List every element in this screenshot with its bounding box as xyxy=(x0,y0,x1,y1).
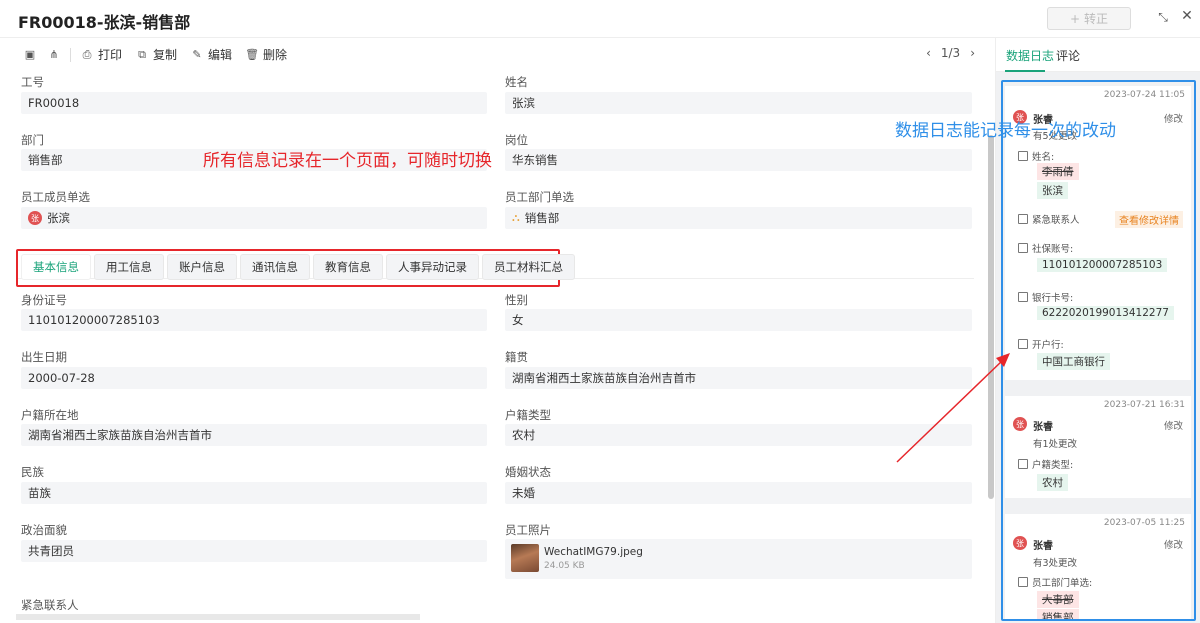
photo-attachment[interactable]: WechatIMG79.jpeg 24.05 KB xyxy=(505,539,972,579)
avatar: 张 xyxy=(28,211,42,225)
emergency-table-header xyxy=(16,614,420,620)
birth-label: 出生日期 xyxy=(21,350,67,364)
pager-text: 1/3 xyxy=(940,46,961,60)
page-title: FR00018-张滨-销售部 xyxy=(18,13,191,32)
political-value: 共青团员 xyxy=(21,540,487,562)
ethnic-value: 苗族 xyxy=(21,482,487,504)
household-type-label: 户籍类型 xyxy=(505,408,551,422)
log-highlight-box xyxy=(1001,80,1196,621)
collapse-icon[interactable]: ⤡ xyxy=(1156,10,1170,24)
native-label: 籍贯 xyxy=(505,350,528,364)
toolbar-divider xyxy=(70,47,71,62)
birth-value: 2000-07-28 xyxy=(21,367,487,389)
tab-education-info[interactable]: 教育信息 xyxy=(313,254,383,280)
active-tab-indicator xyxy=(1005,70,1045,72)
member-label: 员工成员单选 xyxy=(21,190,90,204)
tab-data-log[interactable]: 数据日志 xyxy=(1006,47,1054,64)
copy-button[interactable]: ⧉ 复制 xyxy=(134,46,177,63)
print-button[interactable]: ⎙ 打印 xyxy=(79,46,122,63)
tab-materials-summary[interactable]: 员工材料汇总 xyxy=(482,254,575,280)
pencil-icon: ✎ xyxy=(192,48,202,61)
gender-value: 女 xyxy=(505,309,972,331)
print-label: 打印 xyxy=(98,48,123,62)
tab-personnel-changes[interactable]: 人事异动记录 xyxy=(386,254,479,280)
employee-no-label: 工号 xyxy=(21,75,44,89)
id-label: 身份证号 xyxy=(21,293,67,307)
household-value: 湖南省湘西土家族苗族自治州吉首市 xyxy=(21,424,487,446)
marital-value: 未婚 xyxy=(505,482,972,504)
photo-filesize: 24.05 KB xyxy=(544,561,585,571)
copy-label: 复制 xyxy=(153,48,178,62)
tab-contact-info[interactable]: 通讯信息 xyxy=(240,254,310,280)
prev-icon[interactable]: ‹ xyxy=(926,46,931,60)
title-bar: FR00018-张滨-销售部 + 转正 ⤡ ✕ xyxy=(0,0,1200,38)
edit-label: 编辑 xyxy=(208,48,233,62)
photo-thumbnail[interactable] xyxy=(511,544,539,572)
close-icon[interactable]: ✕ xyxy=(1180,9,1194,23)
marital-label: 婚姻状态 xyxy=(505,465,551,479)
member-value: 张 张滨 xyxy=(21,207,487,229)
convert-label: 转正 xyxy=(1084,12,1109,26)
tab-basic-info[interactable]: 基本信息 xyxy=(21,254,91,280)
annotation-log-note: 数据日志能记录每一次的改动 xyxy=(895,121,1116,141)
main-scrollbar[interactable] xyxy=(988,135,994,499)
dept-single-name: 销售部 xyxy=(524,211,560,225)
dept-label: 部门 xyxy=(21,133,44,147)
annotation-tabs-note: 所有信息记录在一个页面，可随时切换 xyxy=(203,151,492,171)
edit-button[interactable]: ✎ 编辑 xyxy=(189,46,232,63)
photo-label: 员工照片 xyxy=(505,523,551,537)
toolbar: ▣ ⋔ ⎙ 打印 ⧉ 复制 ✎ 编辑 🗑 删除 ‹ 1/3 › xyxy=(0,38,995,71)
political-label: 政治面貌 xyxy=(21,523,67,537)
household-label: 户籍所在地 xyxy=(21,408,79,422)
copy-icon: ⧉ xyxy=(138,47,146,61)
name-label: 姓名 xyxy=(505,75,528,89)
record-tabs: 基本信息 用工信息 账户信息 通讯信息 教育信息 人事异动记录 员工材料汇总 xyxy=(21,254,575,280)
image-icon[interactable]: ▣ xyxy=(22,47,38,63)
trash-icon: 🗑 xyxy=(245,48,260,61)
native-value: 湖南省湘西土家族苗族自治州吉首市 xyxy=(505,367,972,389)
member-name: 张滨 xyxy=(47,211,70,225)
org-chart-icon: ⛬ xyxy=(512,211,520,224)
dept-single-label: 员工部门单选 xyxy=(505,190,574,204)
pager: ‹ 1/3 › xyxy=(926,46,975,60)
photo-filename: WechatIMG79.jpeg xyxy=(544,546,643,558)
name-value: 张滨 xyxy=(505,92,972,114)
printer-icon: ⎙ xyxy=(82,47,92,61)
ethnic-label: 民族 xyxy=(21,465,44,479)
delete-button[interactable]: 🗑 删除 xyxy=(244,46,287,63)
tab-comment[interactable]: 评论 xyxy=(1056,47,1080,64)
position-label: 岗位 xyxy=(505,133,528,147)
gender-label: 性别 xyxy=(505,293,528,307)
employee-no-value: FR00018 xyxy=(21,92,487,114)
plus-icon: + xyxy=(1069,11,1081,26)
emergency-label: 紧急联系人 xyxy=(21,598,79,612)
tab-account-info[interactable]: 账户信息 xyxy=(167,254,237,280)
side-tabs: 数据日志 评论 xyxy=(996,38,1200,72)
share-icon[interactable]: ⋔ xyxy=(46,47,62,63)
convert-button[interactable]: + 转正 xyxy=(1047,7,1131,30)
record-form: 工号 FR00018 姓名 张滨 部门 销售部 岗位 华东销售 员工成员单选 张… xyxy=(0,71,995,623)
position-value: 华东销售 xyxy=(505,149,972,171)
delete-label: 删除 xyxy=(263,48,288,62)
household-type-value: 农村 xyxy=(505,424,972,446)
id-value: 110101200007285103 xyxy=(21,309,487,331)
next-icon[interactable]: › xyxy=(970,46,975,60)
dept-single-value: ⛬ 销售部 xyxy=(505,207,972,229)
tab-employment-info[interactable]: 用工信息 xyxy=(94,254,164,280)
